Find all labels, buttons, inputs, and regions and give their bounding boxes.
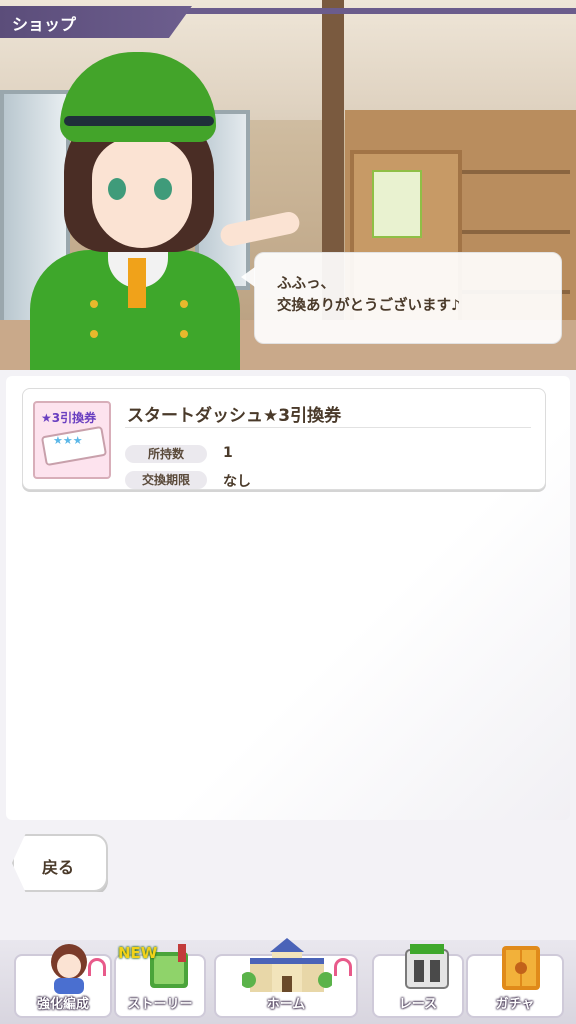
back-button[interactable]: 戻る	[12, 834, 108, 892]
expiry-label: 交換期限	[125, 471, 207, 489]
ticket-label: ★3引換券	[41, 411, 97, 425]
character-icon	[51, 944, 87, 994]
character-face	[92, 138, 192, 248]
nav-label-story: ストーリー	[127, 997, 193, 1012]
horseshoe-badge-icon	[88, 958, 106, 976]
shop-poster	[372, 170, 422, 238]
new-badge: NEW	[118, 944, 158, 962]
character-hatband	[64, 116, 214, 126]
owned-count-label: 所持数	[125, 445, 207, 463]
character-hand	[218, 209, 302, 249]
exchange-result-panel: ★3引換券 ★★★ スタートダッシュ★3引換券 所持数 1 交換期限 なし	[6, 376, 570, 820]
page-title: ショップ	[12, 15, 77, 34]
gacha-door-icon	[502, 946, 540, 990]
nav-label-enhance: 強化編成	[36, 997, 89, 1012]
dialogue-line-2: 交換ありがとうございます♪	[277, 298, 461, 314]
nav-label-home: ホーム	[266, 997, 306, 1012]
speech-bubble: ふふっ、 交換ありがとうございます♪	[241, 252, 562, 344]
page-title-tab: ショップ	[0, 6, 192, 38]
nav-label-race: レース	[398, 997, 438, 1012]
bottom-nav: 強化編成 NEW ストーリー ホーム レース ガチャ	[0, 938, 576, 1024]
dialogue-line-1: ふふっ、	[277, 276, 335, 292]
item-name: スタートダッシュ★3引換券	[127, 406, 342, 426]
character-eye-right	[154, 178, 172, 200]
nav-gacha[interactable]: ガチャ	[466, 946, 564, 1018]
ticket-icon: ★3引換券 ★★★	[33, 401, 111, 479]
item-card[interactable]: ★3引換券 ★★★ スタートダッシュ★3引換券 所持数 1 交換期限 なし	[22, 388, 546, 490]
race-gate-icon	[405, 944, 449, 989]
nav-race[interactable]: レース	[372, 944, 464, 1018]
nav-home[interactable]: ホーム	[214, 938, 358, 1018]
item-divider	[125, 427, 531, 428]
character-eye-left	[108, 178, 126, 200]
nav-story[interactable]: NEW ストーリー	[114, 944, 206, 1018]
nav-enhance-formation[interactable]: 強化編成	[14, 944, 112, 1018]
header-accent-line	[180, 8, 576, 14]
character-hat	[60, 52, 216, 142]
owned-count-value: 1	[223, 445, 233, 461]
back-button-label: 戻る	[42, 858, 75, 877]
expiry-value: なし	[223, 474, 251, 490]
horseshoe-badge-icon	[334, 958, 352, 976]
school-building-icon	[242, 938, 332, 992]
nav-label-gacha: ガチャ	[495, 997, 535, 1012]
character-tie	[128, 258, 146, 308]
shopkeeper-character	[30, 50, 302, 370]
